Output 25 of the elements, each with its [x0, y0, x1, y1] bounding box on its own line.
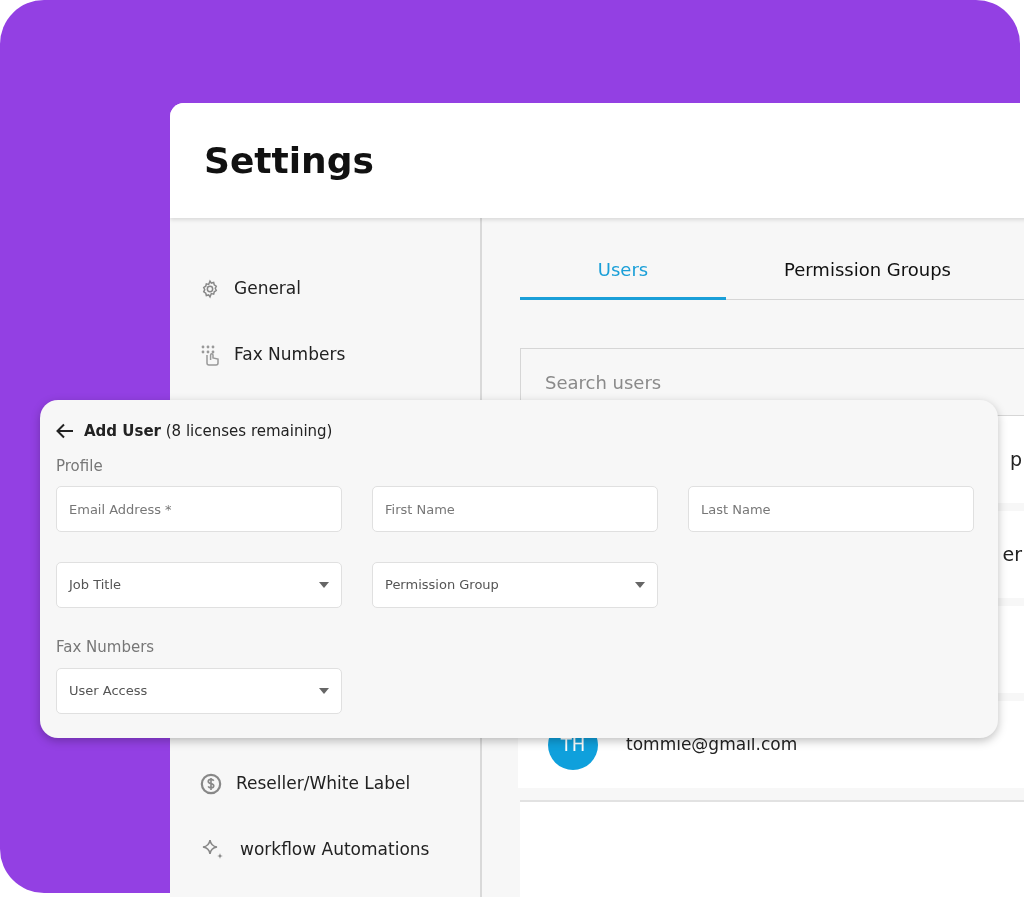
section-label: Profile	[56, 455, 104, 477]
caret-icon	[319, 687, 329, 694]
caret-icon	[319, 582, 329, 588]
user-email: tommie@gmail.com	[626, 732, 798, 756]
keypad-icon	[200, 344, 220, 366]
input-field[interactable]: Last Name	[688, 486, 974, 532]
dropdown-field[interactable]: Permission Group	[372, 562, 658, 608]
input-field[interactable]: First Name	[372, 486, 658, 532]
tab[interactable]: Permission Groups	[726, 238, 951, 300]
sidebar-item[interactable]: workflow Automations	[200, 817, 480, 883]
section-label: Fax Numbers	[56, 637, 156, 658]
sidebar-item[interactable]: General	[200, 256, 480, 322]
input-field[interactable]: Email Address *	[56, 486, 342, 532]
caret-icon	[635, 582, 645, 588]
user-row-text: p	[1009, 447, 1022, 473]
dollar-circle-icon	[200, 773, 222, 795]
gear-icon	[200, 279, 220, 299]
user-row-text: er	[1002, 542, 1022, 568]
dropdown-field[interactable]: User Access	[56, 667, 342, 714]
dialog-title: Add User (8 licenses remaining)	[84, 421, 333, 442]
window-title: Settings	[204, 138, 374, 183]
back-arrow-icon[interactable]	[56, 423, 74, 440]
dropdown-field[interactable]: Job Title	[56, 562, 342, 608]
sidebar-item[interactable]: Fax Numbers	[200, 322, 480, 388]
sidebar-item[interactable]: Reseller/White Label	[200, 751, 480, 817]
